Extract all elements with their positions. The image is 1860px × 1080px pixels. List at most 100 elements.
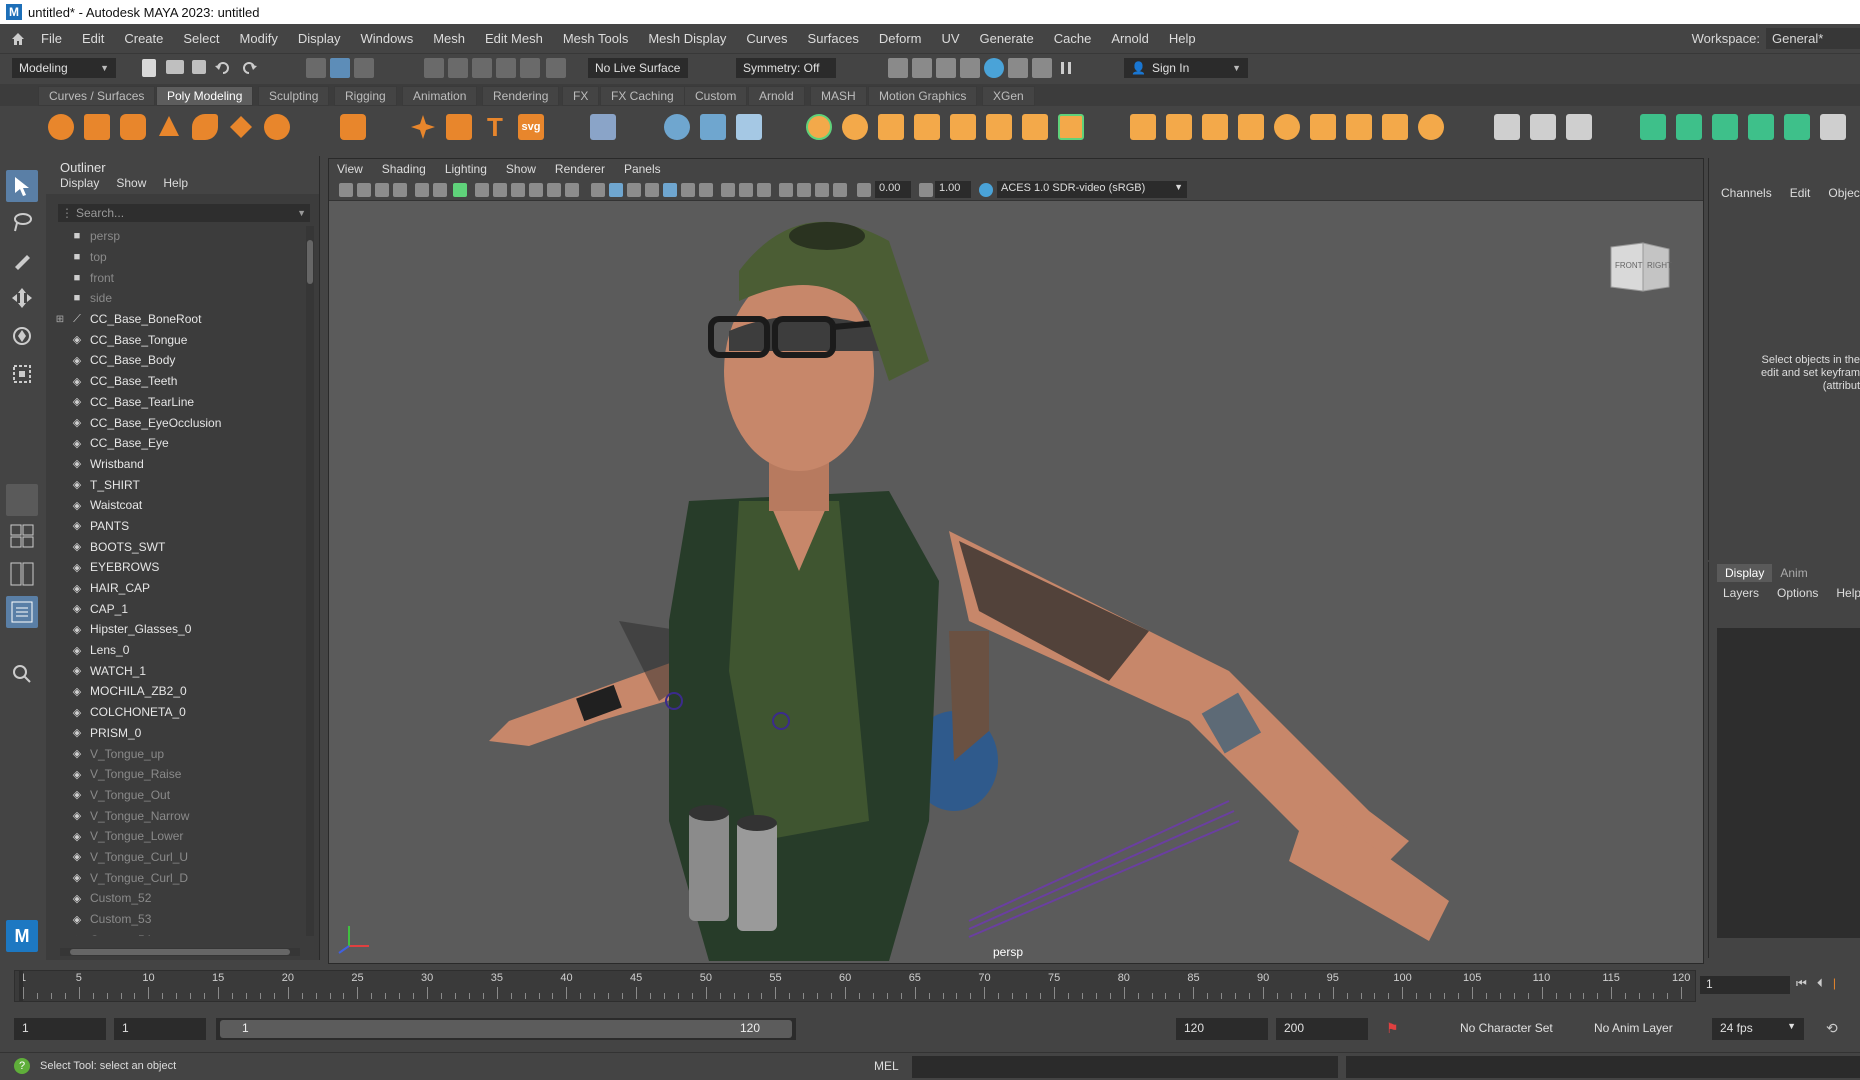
menu-cache[interactable]: Cache xyxy=(1045,31,1103,46)
menu-deform[interactable]: Deform xyxy=(870,31,933,46)
collapse-icon[interactable] xyxy=(1346,114,1372,140)
outliner-item[interactable]: ◈ Wristband xyxy=(54,454,310,475)
menu-modify[interactable]: Modify xyxy=(231,31,289,46)
animation-start-field[interactable]: 1 xyxy=(14,1018,106,1040)
home-icon[interactable] xyxy=(4,25,32,53)
menu-set-dropdown[interactable]: Modeling ▼ xyxy=(12,58,116,78)
outliner-item[interactable]: ◈ PRISM_0 xyxy=(54,723,310,744)
menu-mesh-display[interactable]: Mesh Display xyxy=(639,31,737,46)
shelf-tab-poly-modeling[interactable]: Poly Modeling xyxy=(156,86,254,106)
menu-file[interactable]: File xyxy=(32,31,73,46)
step-back-icon[interactable]: ⏴ xyxy=(1817,976,1823,991)
outliner-item[interactable]: ◈ MOCHILA_ZB2_0 xyxy=(54,681,310,702)
bridge-icon[interactable] xyxy=(1166,114,1192,140)
snap-options-icon[interactable] xyxy=(546,58,566,78)
four-view-layout-icon[interactable] xyxy=(6,520,38,552)
symmetry-dropdown[interactable]: Symmetry: Off xyxy=(736,58,836,78)
outliner-menu-help[interactable]: Help xyxy=(163,176,188,194)
checker-map-icon[interactable] xyxy=(1820,114,1846,140)
select-by-hierarchy-icon[interactable] xyxy=(306,58,326,78)
outliner-vertical-scrollbar[interactable] xyxy=(306,226,314,936)
character-set-dropdown[interactable]: No Character Set xyxy=(1452,1018,1578,1040)
select-by-component-icon[interactable] xyxy=(354,58,374,78)
hypershade-icon[interactable] xyxy=(984,58,1004,78)
key-back-icon[interactable]: | xyxy=(1833,976,1836,991)
outliner-item[interactable]: ■ top xyxy=(54,247,310,268)
outliner-item[interactable]: ◈ CC_Base_Eye xyxy=(54,433,310,454)
multi-cut-icon[interactable] xyxy=(1494,114,1520,140)
outliner-item[interactable]: ■ side xyxy=(54,288,310,309)
field-chart-icon[interactable] xyxy=(529,183,543,197)
menu-edit[interactable]: Edit xyxy=(73,31,115,46)
film-gate-icon[interactable] xyxy=(475,183,489,197)
poly-cylinder-icon[interactable] xyxy=(120,114,146,140)
outliner-item[interactable]: ◈ CC_Base_TearLine xyxy=(54,392,310,413)
safe-title-icon[interactable] xyxy=(565,183,579,197)
shelf-tab-mash[interactable]: MASH xyxy=(810,86,867,106)
menu-curves[interactable]: Curves xyxy=(737,31,798,46)
measure-tool-icon[interactable] xyxy=(664,114,690,140)
fps-dropdown[interactable]: 24 fps ▼ xyxy=(1712,1018,1804,1040)
render-setup-icon[interactable] xyxy=(1008,58,1028,78)
outliner-item[interactable]: ◈ Custom_54 xyxy=(54,929,310,936)
menu-help[interactable]: Help xyxy=(1160,31,1207,46)
ambient-occlusion-icon[interactable] xyxy=(699,183,713,197)
viewport-menu-renderer[interactable]: Renderer xyxy=(555,162,605,176)
outliner-item[interactable]: ◈ CC_Base_Body xyxy=(54,350,310,371)
menu-display[interactable]: Display xyxy=(289,31,352,46)
layer-menu-options[interactable]: Options xyxy=(1777,586,1818,600)
layer-tab-display[interactable]: Display xyxy=(1717,564,1773,582)
outliner-item[interactable]: ◈ COLCHONETA_0 xyxy=(54,702,310,723)
shelf-tab-curves-surfaces[interactable]: Curves / Surfaces xyxy=(38,86,156,106)
save-scene-icon[interactable] xyxy=(192,60,206,74)
render-view-icon[interactable] xyxy=(888,58,908,78)
color-management-icon[interactable] xyxy=(979,183,993,197)
freeze-transform-icon[interactable] xyxy=(736,114,762,140)
2d-pan-zoom-icon[interactable] xyxy=(415,183,429,197)
merge-icon[interactable] xyxy=(1310,114,1336,140)
type-tool-icon[interactable]: T xyxy=(482,114,508,140)
workspace-dropdown[interactable]: General* xyxy=(1766,28,1860,49)
outliner-item[interactable]: ◈ Custom_53 xyxy=(54,909,310,930)
insert-edge-loop-icon[interactable] xyxy=(1530,114,1556,140)
chevron-down-icon[interactable]: ▼ xyxy=(297,208,306,218)
outliner-item[interactable]: ◈ V_Tongue_up xyxy=(54,743,310,764)
cylindrical-uv-icon[interactable] xyxy=(1676,114,1702,140)
undo-icon[interactable] xyxy=(214,59,234,79)
camera-based-uv-icon[interactable] xyxy=(1784,114,1810,140)
time-slider-track[interactable]: 1 5 10 15 20 25 30 35 40 45 50 55 60 65 70 75 80 85 90 95 10… xyxy=(14,970,1696,1002)
expand-plus-icon[interactable]: ⊞ xyxy=(54,314,66,325)
anti-aliasing-icon[interactable] xyxy=(739,183,753,197)
render-current-frame-icon[interactable] xyxy=(912,58,932,78)
menu-mesh-tools[interactable]: Mesh Tools xyxy=(554,31,640,46)
bookmarks-icon[interactable] xyxy=(375,183,389,197)
outliner-item[interactable]: ◈ V_Tongue_Narrow xyxy=(54,805,310,826)
loop-icon[interactable]: ⟲ xyxy=(1826,1020,1846,1040)
image-plane-icon[interactable] xyxy=(393,183,407,197)
range-slider-bar[interactable] xyxy=(220,1020,792,1038)
outliner-item[interactable]: ◈ V_Tongue_Curl_U xyxy=(54,847,310,868)
extract-icon[interactable] xyxy=(950,114,976,140)
lasso-tool-icon[interactable] xyxy=(6,206,38,238)
layer-menu-layers[interactable]: Layers xyxy=(1723,586,1759,600)
motion-blur-icon[interactable] xyxy=(721,183,735,197)
smooth-icon[interactable] xyxy=(878,114,904,140)
script-language-toggle[interactable]: MEL xyxy=(874,1059,899,1073)
playback-end-field[interactable]: 120 xyxy=(1176,1018,1268,1040)
pause-viewport-icon[interactable] xyxy=(1056,58,1076,78)
maya-home-icon[interactable]: M xyxy=(6,920,38,952)
viewport-menu-panels[interactable]: Panels xyxy=(624,162,661,176)
current-frame-field[interactable]: 1 xyxy=(1700,976,1790,994)
poly-sphere-icon[interactable] xyxy=(48,114,74,140)
select-by-object-icon[interactable] xyxy=(330,58,350,78)
poly-cube-icon[interactable] xyxy=(84,114,110,140)
scrollbar-thumb[interactable] xyxy=(307,240,313,284)
snap-together-icon[interactable] xyxy=(700,114,726,140)
outliner-item[interactable]: ◈ CC_Base_Teeth xyxy=(54,371,310,392)
outliner-item[interactable]: ◈ HAIR_CAP xyxy=(54,578,310,599)
outliner-item[interactable]: ◈ CC_Base_EyeOcclusion xyxy=(54,412,310,433)
outliner-item[interactable]: ◈ Custom_52 xyxy=(54,888,310,909)
playback-start-field[interactable]: 1 xyxy=(114,1018,206,1040)
mirror-icon[interactable] xyxy=(986,114,1012,140)
color-space-dropdown[interactable]: ACES 1.0 SDR-video (sRGB) ▼ xyxy=(997,181,1187,198)
